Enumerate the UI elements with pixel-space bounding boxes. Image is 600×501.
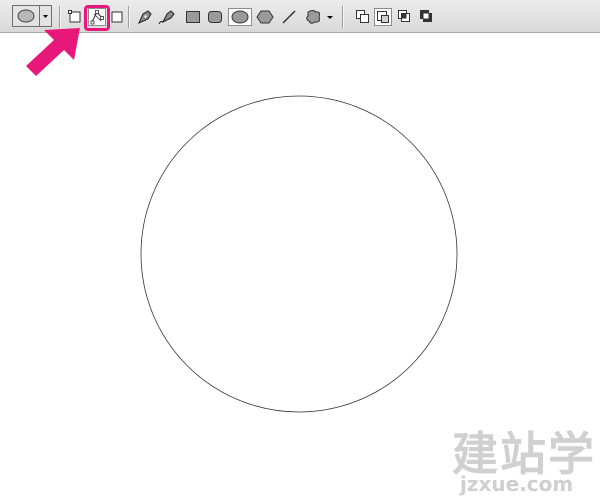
circle-path bbox=[140, 95, 458, 413]
watermark-domain: jzxue.com bbox=[460, 472, 574, 496]
pointer-arrow-icon bbox=[26, 28, 80, 76]
